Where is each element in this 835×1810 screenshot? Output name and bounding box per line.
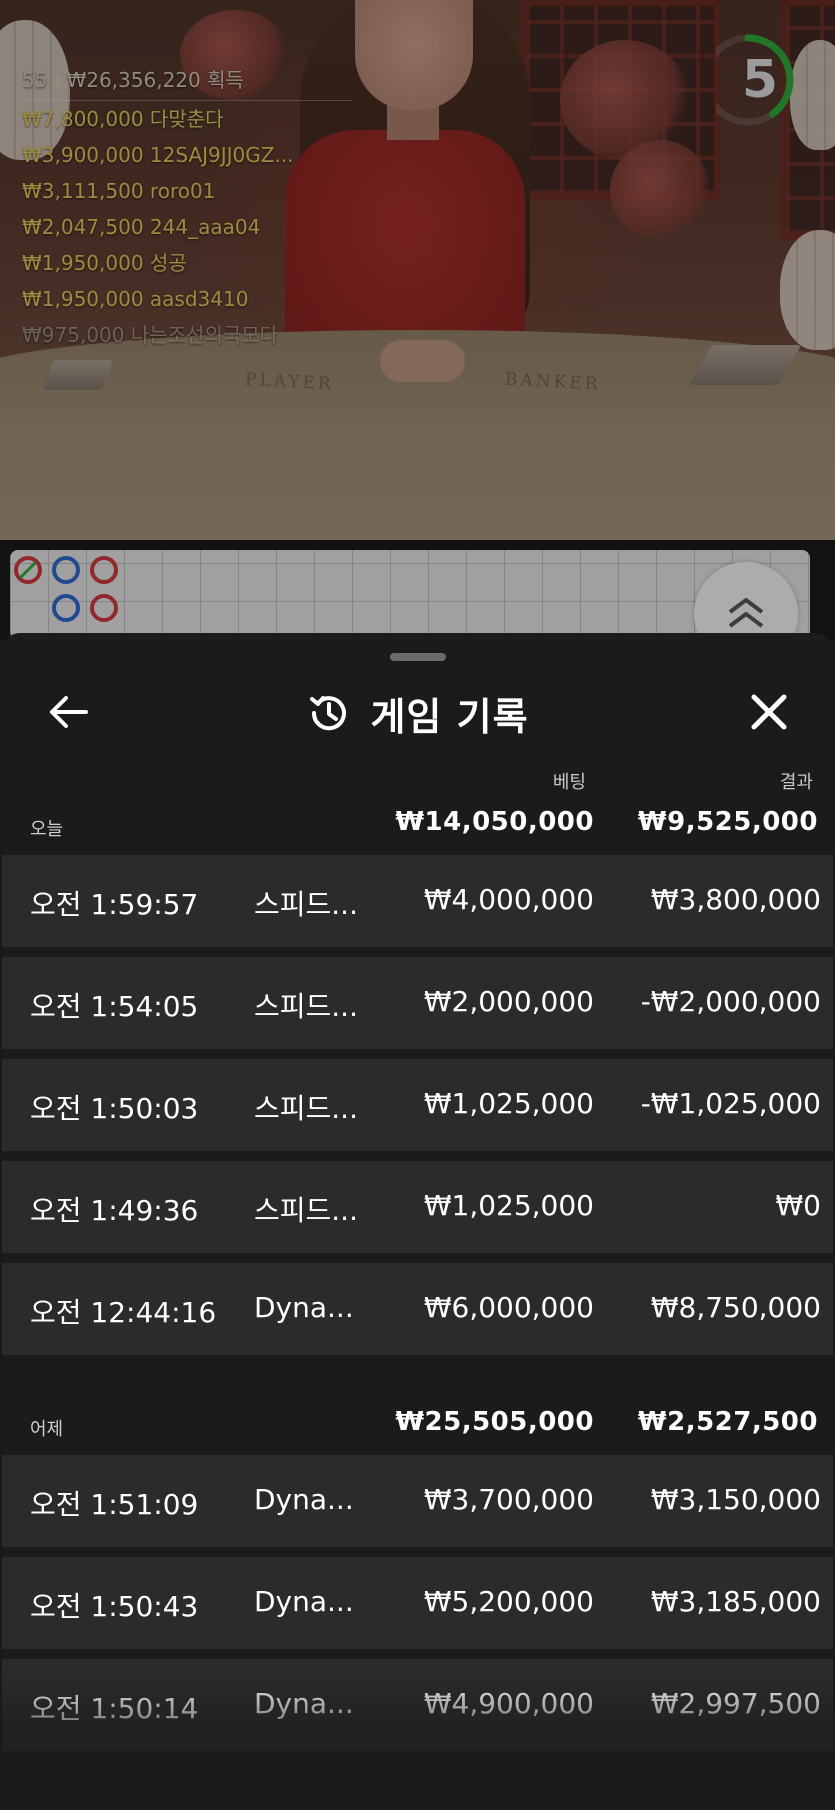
game-name: 스피드... bbox=[254, 888, 358, 921]
game-name: Dyna... bbox=[254, 1585, 354, 1618]
history-row[interactable]: 오전 1:51:09 Dyna... ₩3,700,000 ₩3,150,000 bbox=[2, 1455, 833, 1547]
history-row[interactable]: 오전 1:59:57 스피드... ₩4,000,000 ₩3,800,000 bbox=[2, 855, 833, 947]
bet-column-header: 베팅 bbox=[552, 772, 586, 793]
bet-amount: ₩5,200,000 bbox=[423, 1585, 594, 1618]
round-time: 오전 1:49:36 bbox=[30, 1194, 199, 1227]
history-clock-icon bbox=[310, 696, 347, 731]
result-column-header: 결과 bbox=[779, 772, 813, 793]
section-total-bet: ₩14,050,000 bbox=[395, 807, 594, 837]
background-dim-overlay bbox=[0, 0, 835, 640]
close-icon bbox=[751, 694, 787, 730]
game-name: 스피드... bbox=[254, 1092, 358, 1125]
section-label: 어제 bbox=[30, 1419, 64, 1440]
history-row[interactable]: 오전 1:50:03 스피드... ₩1,025,000 -₩1,025,000 bbox=[2, 1059, 833, 1151]
game-history-sheet: 게임 기록 베팅 결과 오늘 ₩14,050,000 ₩9,525,000 오전… bbox=[2, 633, 833, 1810]
result-amount: ₩8,750,000 bbox=[650, 1291, 821, 1324]
result-amount: -₩1,025,000 bbox=[640, 1087, 821, 1120]
result-amount: ₩3,150,000 bbox=[650, 1483, 821, 1516]
game-name: Dyna... bbox=[254, 1687, 354, 1720]
bet-amount: ₩6,000,000 bbox=[423, 1291, 594, 1324]
bet-amount: ₩3,700,000 bbox=[423, 1483, 594, 1516]
round-time: 오전 12:44:16 bbox=[30, 1296, 217, 1329]
section-total-result: ₩2,527,500 bbox=[637, 1407, 818, 1437]
round-time: 오전 1:54:05 bbox=[30, 990, 199, 1023]
game-name: 스피드... bbox=[254, 1194, 358, 1227]
result-amount: ₩3,185,000 bbox=[650, 1585, 821, 1618]
round-time: 오전 1:50:14 bbox=[30, 1692, 199, 1725]
result-amount: -₩2,000,000 bbox=[640, 985, 821, 1018]
game-name: 스피드... bbox=[254, 990, 358, 1023]
round-time: 오전 1:50:43 bbox=[30, 1590, 199, 1623]
section-total-bet: ₩25,505,000 bbox=[395, 1407, 594, 1437]
sheet-title: 게임 기록 bbox=[370, 694, 529, 739]
bet-amount: ₩4,000,000 bbox=[423, 883, 594, 916]
section-header-today: 오늘 ₩14,050,000 ₩9,525,000 bbox=[2, 801, 833, 845]
round-time: 오전 1:51:09 bbox=[30, 1488, 199, 1521]
section-header-yesterday: 어제 ₩25,505,000 ₩2,527,500 bbox=[2, 1401, 833, 1445]
result-amount: ₩0 bbox=[775, 1189, 822, 1222]
game-name: Dyna... bbox=[254, 1291, 354, 1324]
round-time: 오전 1:59:57 bbox=[30, 888, 199, 921]
result-amount: ₩3,800,000 bbox=[650, 883, 821, 916]
history-row[interactable]: 오전 12:44:16 Dyna... ₩6,000,000 ₩8,750,00… bbox=[2, 1263, 833, 1355]
close-button[interactable] bbox=[742, 685, 796, 739]
result-amount: ₩2,997,500 bbox=[650, 1687, 821, 1720]
bet-amount: ₩1,025,000 bbox=[423, 1189, 594, 1222]
section-label: 오늘 bbox=[30, 819, 64, 840]
history-row[interactable]: 오전 1:54:05 스피드... ₩2,000,000 -₩2,000,000 bbox=[2, 957, 833, 1049]
history-row[interactable]: 오전 1:50:43 Dyna... ₩5,200,000 ₩3,185,000 bbox=[2, 1557, 833, 1649]
section-total-result: ₩9,525,000 bbox=[637, 807, 818, 837]
bet-amount: ₩4,900,000 bbox=[423, 1687, 594, 1720]
game-name: Dyna... bbox=[254, 1483, 354, 1516]
round-time: 오전 1:50:03 bbox=[30, 1092, 199, 1125]
bet-amount: ₩1,025,000 bbox=[423, 1087, 594, 1120]
sheet-drag-handle[interactable] bbox=[390, 653, 446, 661]
sheet-header: 게임 기록 bbox=[2, 681, 833, 745]
bet-amount: ₩2,000,000 bbox=[423, 985, 594, 1018]
history-row[interactable]: 오전 1:50:14 Dyna... ₩4,900,000 ₩2,997,500 bbox=[2, 1659, 833, 1751]
history-row[interactable]: 오전 1:49:36 스피드... ₩1,025,000 ₩0 bbox=[2, 1161, 833, 1253]
